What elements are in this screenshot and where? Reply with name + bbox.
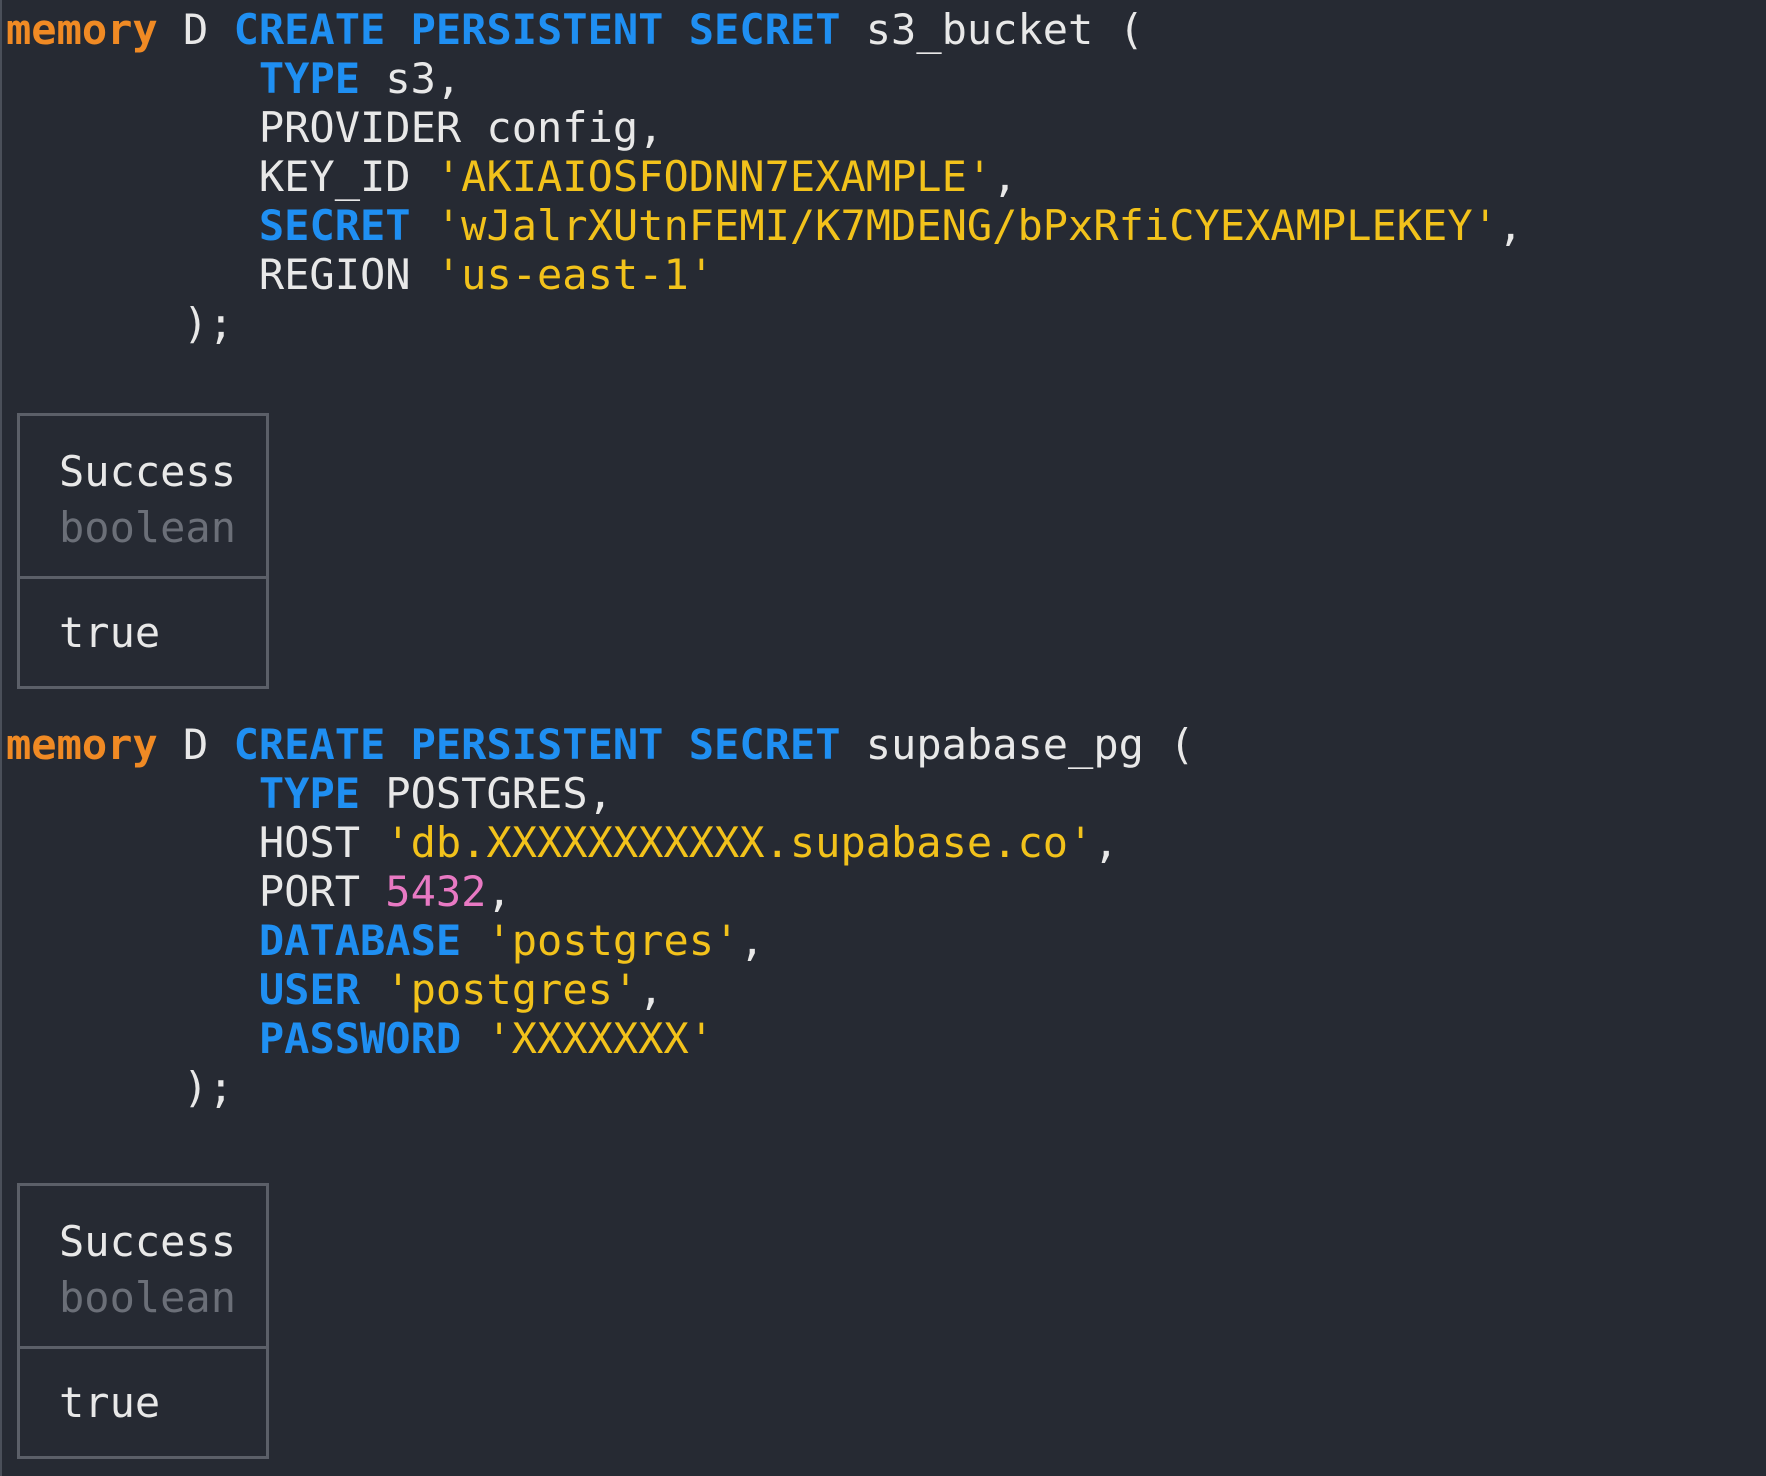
result-column-header: Success boolean	[20, 1186, 266, 1349]
code-line: KEY_ID 'AKIAIOSFODNN7EXAMPLE',	[6, 149, 1018, 205]
code-token-keyword: SECRET	[688, 5, 841, 54]
code-token-plain: ,	[992, 152, 1018, 201]
code-token-prompt: memory	[6, 5, 158, 54]
code-token-plain: ,	[486, 867, 512, 916]
code-line: USER 'postgres',	[6, 962, 664, 1018]
result-cell: true	[59, 1378, 161, 1427]
code-token-plain: s3,	[360, 54, 462, 103]
column-name: Success	[59, 1217, 237, 1266]
code-token-plain: ,	[638, 965, 664, 1014]
result-cell: true	[59, 608, 161, 657]
code-line: PROVIDER config,	[6, 100, 664, 156]
code-token-plain: REGION	[6, 250, 436, 299]
code-token-keyword: SECRET	[258, 201, 411, 250]
code-token-keyword: PERSISTENT	[410, 720, 664, 769]
code-token-plain: supabase_pg (	[840, 720, 1195, 769]
code-token-keyword: SECRET	[688, 720, 841, 769]
code-token-keyword: DATABASE	[258, 916, 462, 965]
code-line: TYPE POSTGRES,	[6, 766, 613, 822]
code-token-plain: POSTGRES,	[360, 769, 613, 818]
code-token-string: 'XXXXXXX'	[486, 1014, 715, 1063]
code-token-keyword: TYPE	[258, 769, 361, 818]
column-type: boolean	[59, 503, 237, 552]
code-line: REGION 'us-east-1'	[6, 247, 714, 303]
code-line: PASSWORD 'XXXXXXX'	[6, 1011, 714, 1067]
code-token-plain: );	[6, 1063, 234, 1112]
code-line: DATABASE 'postgres',	[6, 913, 765, 969]
code-token-string: 'us-east-1'	[435, 250, 715, 299]
column-name: Success	[59, 447, 237, 496]
code-token-keyword: USER	[258, 965, 361, 1014]
code-line: SECRET 'wJalrXUtnFEMI/K7MDENG/bPxRfiCYEX…	[6, 198, 1523, 254]
code-line: PORT 5432,	[6, 864, 512, 920]
result-table: Success boolean true	[17, 1183, 269, 1459]
code-token-plain: HOST	[6, 818, 386, 867]
code-token-plain: PROVIDER config,	[6, 103, 664, 152]
code-token-string: 'postgres'	[486, 916, 740, 965]
code-token-plain: ,	[739, 916, 765, 965]
result-table: Success boolean true	[17, 413, 269, 689]
code-token-keyword: CREATE	[233, 720, 386, 769]
column-type: boolean	[59, 1273, 237, 1322]
code-token-plain: ,	[1497, 201, 1524, 250]
code-token-string: 'wJalrXUtnFEMI/K7MDENG/bPxRfiCYEXAMPLEKE…	[435, 201, 1498, 250]
code-token-string: 'postgres'	[385, 965, 639, 1014]
code-line: TYPE s3,	[6, 51, 461, 107]
code-token-string: 'db.XXXXXXXXXXX.supabase.co'	[385, 818, 1094, 867]
code-line: );	[6, 1060, 234, 1116]
code-line: memory D CREATE PERSISTENT SECRET supaba…	[6, 717, 1195, 773]
code-token-plain: D	[157, 5, 234, 54]
code-token-keyword: PASSWORD	[258, 1014, 462, 1063]
code-token-plain: s3_bucket (	[840, 5, 1144, 54]
code-token-plain: D	[157, 720, 234, 769]
code-token-plain: PORT	[6, 867, 386, 916]
code-line: HOST 'db.XXXXXXXXXXX.supabase.co',	[6, 815, 1119, 871]
code-token-plain: KEY_ID	[6, 152, 436, 201]
code-token-plain: ,	[1093, 818, 1119, 867]
terminal-output: memory D CREATE PERSISTENT SECRET s3_buc…	[0, 0, 1766, 1476]
code-token-keyword: CREATE	[233, 5, 386, 54]
code-token-keyword: PERSISTENT	[410, 5, 664, 54]
code-token-prompt: memory	[6, 720, 158, 769]
code-line: );	[6, 296, 234, 352]
result-column-header: Success boolean	[20, 416, 266, 579]
code-token-plain: );	[6, 299, 234, 348]
code-token-keyword: TYPE	[258, 54, 361, 103]
code-token-string: 'AKIAIOSFODNN7EXAMPLE'	[435, 152, 993, 201]
code-line: memory D CREATE PERSISTENT SECRET s3_buc…	[6, 2, 1144, 58]
code-token-number: 5432	[385, 867, 487, 916]
